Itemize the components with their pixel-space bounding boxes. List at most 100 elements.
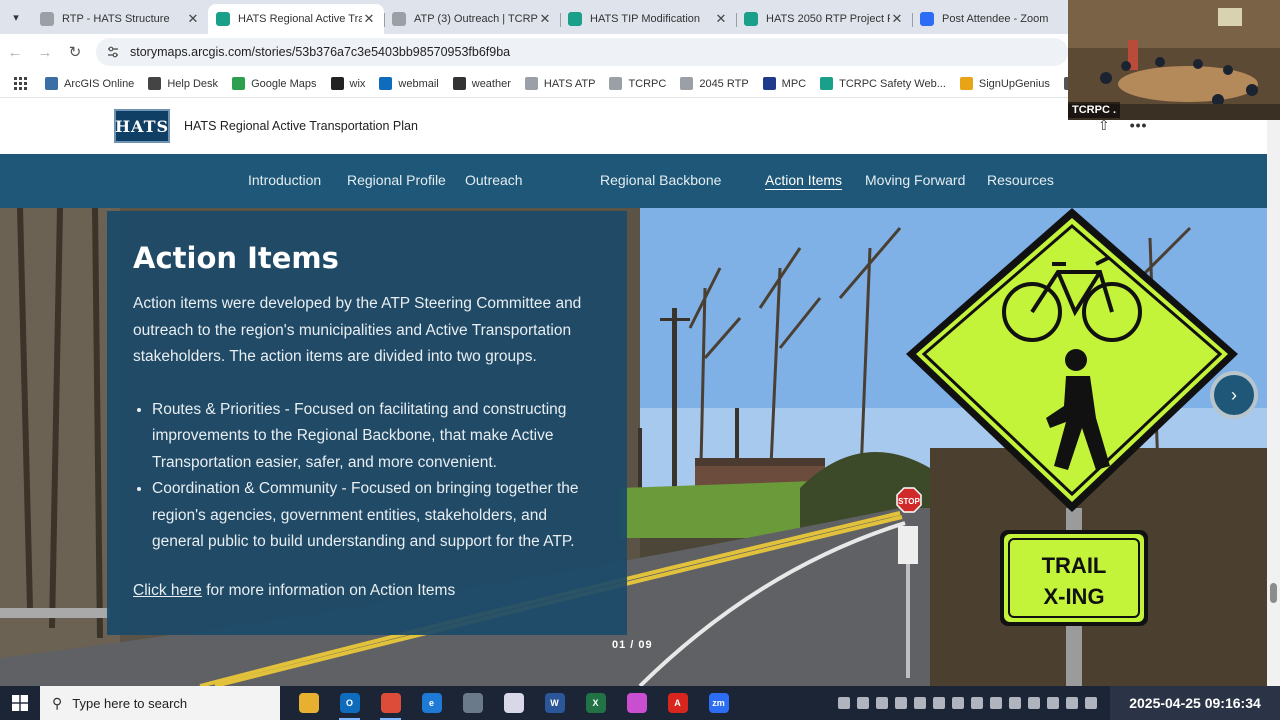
browser-tab[interactable]: HATS TIP Modification ✕ [560, 4, 736, 34]
wix-icon [330, 77, 344, 90]
chrome-icon[interactable] [370, 686, 411, 720]
tray-icon[interactable] [857, 697, 869, 709]
hats-logo[interactable]: HATS [114, 109, 170, 143]
tray-icon[interactable] [1047, 697, 1059, 709]
edge-icon[interactable]: e [411, 686, 452, 720]
next-slide-button[interactable]: › [1210, 371, 1258, 419]
sheet-icon [392, 12, 406, 26]
click-here-link[interactable]: Click here [133, 582, 202, 599]
bookmark-item[interactable]: SignUpGenius [959, 77, 1050, 90]
outlook-icon[interactable]: O [329, 686, 370, 720]
slide-intro: Action items were developed by the ATP S… [133, 295, 582, 365]
nav-item[interactable]: Regional Backbone [600, 172, 721, 188]
sheet-icon [680, 77, 694, 90]
browser-tab[interactable]: Post Attendee - Zoom✕ [912, 4, 1088, 34]
acrobat-icon[interactable]: A [657, 686, 698, 720]
site-settings-icon[interactable] [106, 45, 120, 59]
close-tab-icon[interactable]: ✕ [538, 11, 552, 27]
close-tab-icon[interactable]: ✕ [890, 11, 904, 27]
browser-tab[interactable]: ATP (3) Outreach | TCRPC ✕ [384, 4, 560, 34]
photos-icon[interactable] [616, 686, 657, 720]
bookmark-label: 2045 RTP [699, 77, 749, 90]
zoom-icon[interactable]: zm [698, 686, 739, 720]
chevron-right-icon: › [1231, 384, 1237, 405]
tray-icon[interactable] [990, 697, 1002, 709]
taskbar-app-glyph: A [667, 693, 688, 713]
bookmark-item[interactable]: webmail [379, 77, 439, 90]
list-item: Routes & Priorities - Focused on facilit… [152, 397, 601, 477]
tray-icon[interactable] [914, 697, 926, 709]
tray-icon[interactable] [1028, 697, 1040, 709]
taskbar-app-glyph [503, 693, 524, 713]
story-navigation: Introduction Regional Profile Outreach Regi… [0, 154, 1267, 208]
tab-title: RTP - HATS Structure [62, 13, 170, 25]
calculator-icon[interactable] [452, 686, 493, 720]
snipping-icon[interactable] [493, 686, 534, 720]
zoom-icon [920, 12, 934, 26]
nav-item[interactable]: Resources [987, 172, 1054, 188]
sheet-icon [40, 12, 54, 26]
storymaps-icon [820, 77, 834, 90]
tray-icon[interactable] [1009, 697, 1021, 709]
outlook-icon [379, 77, 393, 90]
browser-tab[interactable]: HATS Regional Active Tran ✕ [208, 4, 384, 34]
system-tray [838, 686, 1097, 720]
file-explorer-icon[interactable] [288, 686, 329, 720]
tray-icon[interactable] [952, 697, 964, 709]
bookmark-item[interactable]: Help Desk [148, 77, 218, 90]
bookmark-label: Help Desk [167, 77, 219, 90]
taskbar-app-glyph [462, 693, 483, 713]
taskbar-app-glyph [298, 693, 319, 713]
bookmark-item[interactable]: wix [330, 77, 366, 90]
tab-title: HATS TIP Modification [590, 13, 701, 25]
word-icon[interactable]: W [534, 686, 575, 720]
scrollbar-thumb[interactable] [1270, 583, 1277, 603]
browser-tab[interactable]: HATS 2050 RTP Project Pip ✕ [736, 4, 912, 34]
nav-item[interactable]: Action Items [765, 172, 842, 188]
apps-grid-icon[interactable] [14, 77, 27, 90]
nav-item[interactable]: Regional Profile [347, 172, 446, 188]
nav-item[interactable]: Moving Forward [865, 172, 965, 188]
nav-item[interactable]: Outreach [465, 172, 523, 188]
sheet-icon [609, 77, 623, 90]
forward-arrow-icon[interactable]: → [30, 44, 60, 61]
bookmark-item[interactable]: HATS ATP [524, 77, 595, 90]
page-scrollbar[interactable] [1267, 99, 1280, 686]
tray-icon[interactable] [971, 697, 983, 709]
nav-item[interactable]: Introduction [248, 172, 321, 188]
excel-icon[interactable]: X [575, 686, 616, 720]
tab-title: Post Attendee - Zoom [942, 13, 1049, 25]
bookmark-label: TCRPC Safety Web... [839, 77, 946, 90]
bookmark-item[interactable]: TCRPC [609, 77, 666, 90]
bookmark-label: wix [349, 77, 366, 90]
taskbar-app-glyph: W [544, 693, 565, 713]
windows-start-icon[interactable] [0, 686, 40, 720]
bookmark-item[interactable]: weather [452, 77, 511, 90]
bookmark-item[interactable]: 2045 RTP [680, 77, 749, 90]
bookmark-item[interactable]: Google Maps [232, 77, 317, 90]
taskbar-search[interactable]: ⚲ Type here to search [40, 686, 280, 720]
close-tab-icon[interactable]: ✕ [362, 11, 376, 27]
address-bar[interactable]: storymaps.arcgis.com/stories/53b376a7c3e… [96, 38, 1068, 66]
zoom-video-overlay[interactable]: TCRPC . [1068, 0, 1280, 120]
reload-icon[interactable]: ↻ [60, 43, 90, 61]
tray-icon[interactable] [838, 697, 850, 709]
more-info-text: Click here for more information on Actio… [133, 582, 601, 600]
bookmark-label: SignUpGenius [978, 77, 1050, 90]
tray-icon[interactable] [895, 697, 907, 709]
tray-icon[interactable] [1066, 697, 1078, 709]
tray-icon[interactable] [933, 697, 945, 709]
close-tab-icon[interactable]: ✕ [714, 11, 728, 27]
action-items-panel: Action Items Action items were developed… [107, 211, 627, 635]
back-arrow-icon[interactable]: ← [0, 44, 30, 61]
taskbar-app-glyph [626, 693, 647, 713]
close-tab-icon[interactable]: ✕ [186, 11, 200, 27]
browser-tab[interactable]: RTP - HATS Structure ✕ [32, 4, 208, 34]
bookmark-item[interactable]: TCRPC Safety Web... [820, 77, 946, 90]
tab-search-chevron-icon[interactable]: ▾ [0, 0, 32, 34]
bookmark-item[interactable]: ArcGIS Online [45, 77, 134, 90]
tray-icon[interactable] [876, 697, 888, 709]
action-items-list: Routes & Priorities - Focused on facilit… [152, 397, 601, 556]
bookmark-item[interactable]: MPC [762, 77, 806, 90]
tray-icon[interactable] [1085, 697, 1097, 709]
